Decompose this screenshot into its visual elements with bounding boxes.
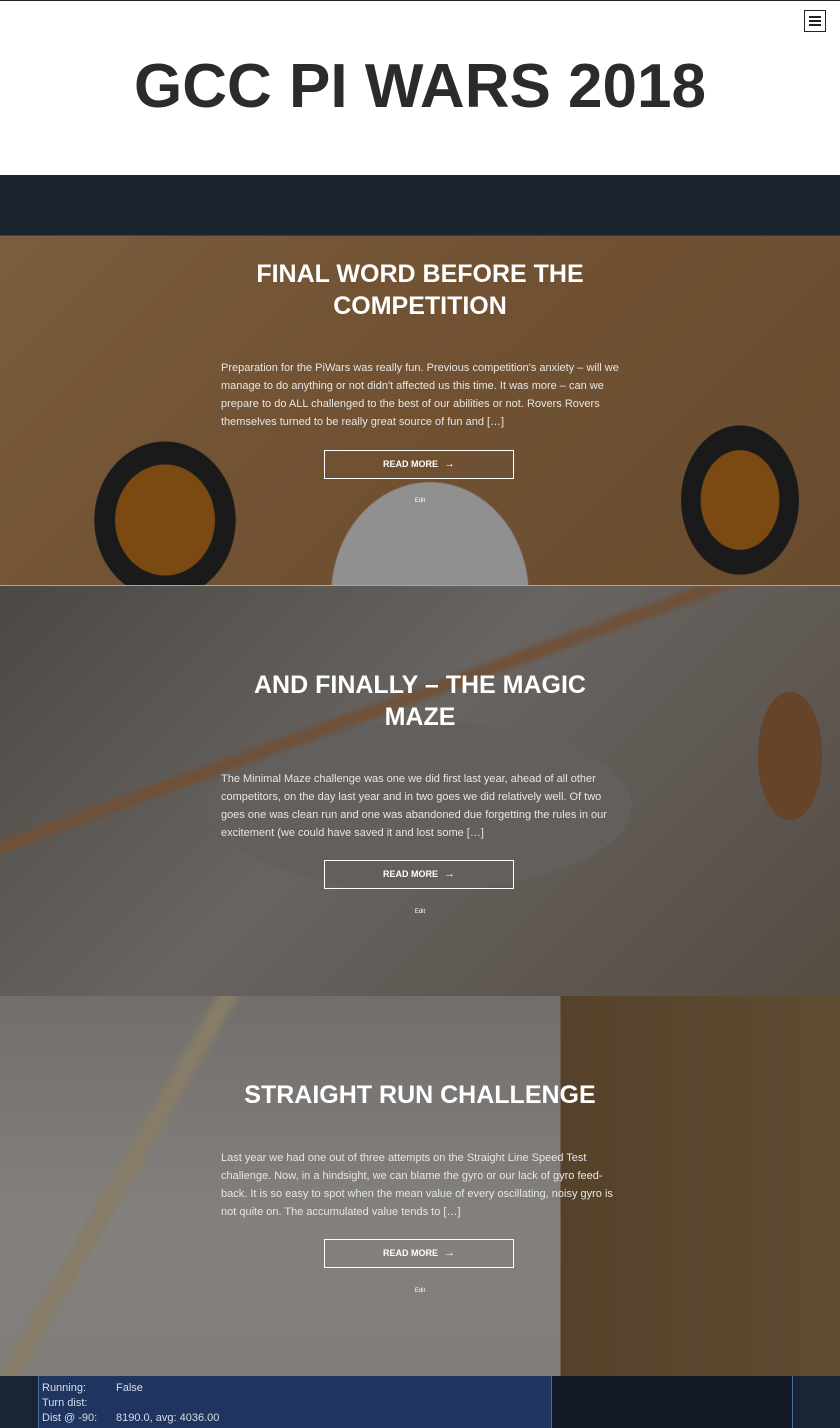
- read-more-button[interactable]: READ MORE →: [324, 1239, 514, 1268]
- terminal-value: 8190.0, avg: 4036.00: [116, 1412, 220, 1424]
- terminal-key: Turn dist:: [42, 1397, 88, 1409]
- arrow-right-icon: →: [444, 868, 455, 880]
- edit-link[interactable]: Edit: [0, 1288, 840, 1294]
- post-excerpt: Preparation for the PiWars was really fu…: [221, 362, 619, 428]
- edit-link[interactable]: Edit: [0, 909, 840, 915]
- post-card-3: STRAIGHT RUN CHALLENGE Last year we had …: [0, 996, 840, 1377]
- terminal-side-panel: [552, 1376, 793, 1428]
- terminal-value: False: [116, 1382, 143, 1394]
- terminal-key: Dist @ -90:: [42, 1412, 98, 1424]
- read-more-button[interactable]: READ MORE →: [324, 450, 514, 479]
- post-title[interactable]: FINAL WORD BEFORE THE COMPETITION: [220, 258, 620, 322]
- arrow-right-icon: →: [444, 1247, 455, 1259]
- menu-toggle-button[interactable]: [804, 10, 826, 32]
- post-card-1: FINAL WORD BEFORE THE COMPETITION Prepar…: [0, 175, 840, 586]
- hamburger-icon: [809, 16, 821, 18]
- arrow-right-icon: →: [444, 458, 455, 470]
- read-more-label: READ MORE: [382, 869, 438, 879]
- post-card-2: AND FINALLY – THE MAGIC MAZE The Minimal…: [0, 586, 840, 997]
- next-post-image-terminal: Running: False Turn dist: Dist @ -90: 8190…: [0, 1376, 840, 1428]
- terminal-row: Dist @ -90: 8190.0, avg: 4036.00: [42, 1411, 219, 1425]
- post-title[interactable]: AND FINALLY – THE MAGIC MAZE: [220, 669, 620, 733]
- edit-link[interactable]: Edit: [0, 498, 840, 504]
- read-more-label: READ MORE: [382, 459, 438, 469]
- post-excerpt: Last year we had one out of three attemp…: [221, 1152, 613, 1218]
- read-more-label: READ MORE: [382, 1248, 438, 1258]
- terminal-row: Running: False: [42, 1381, 143, 1395]
- post-excerpt: The Minimal Maze challenge was one we di…: [221, 773, 607, 839]
- site-header: GCC PI WARS 2018: [0, 1, 840, 175]
- terminal-row: Turn dist:: [42, 1396, 116, 1410]
- hamburger-icon-line: [809, 20, 821, 22]
- read-more-button[interactable]: READ MORE →: [324, 860, 514, 889]
- site-title[interactable]: GCC PI WARS 2018: [0, 53, 840, 121]
- post-title[interactable]: STRAIGHT RUN CHALLENGE: [120, 1079, 720, 1111]
- terminal-key: Running:: [42, 1382, 87, 1394]
- hamburger-icon-line: [809, 24, 821, 26]
